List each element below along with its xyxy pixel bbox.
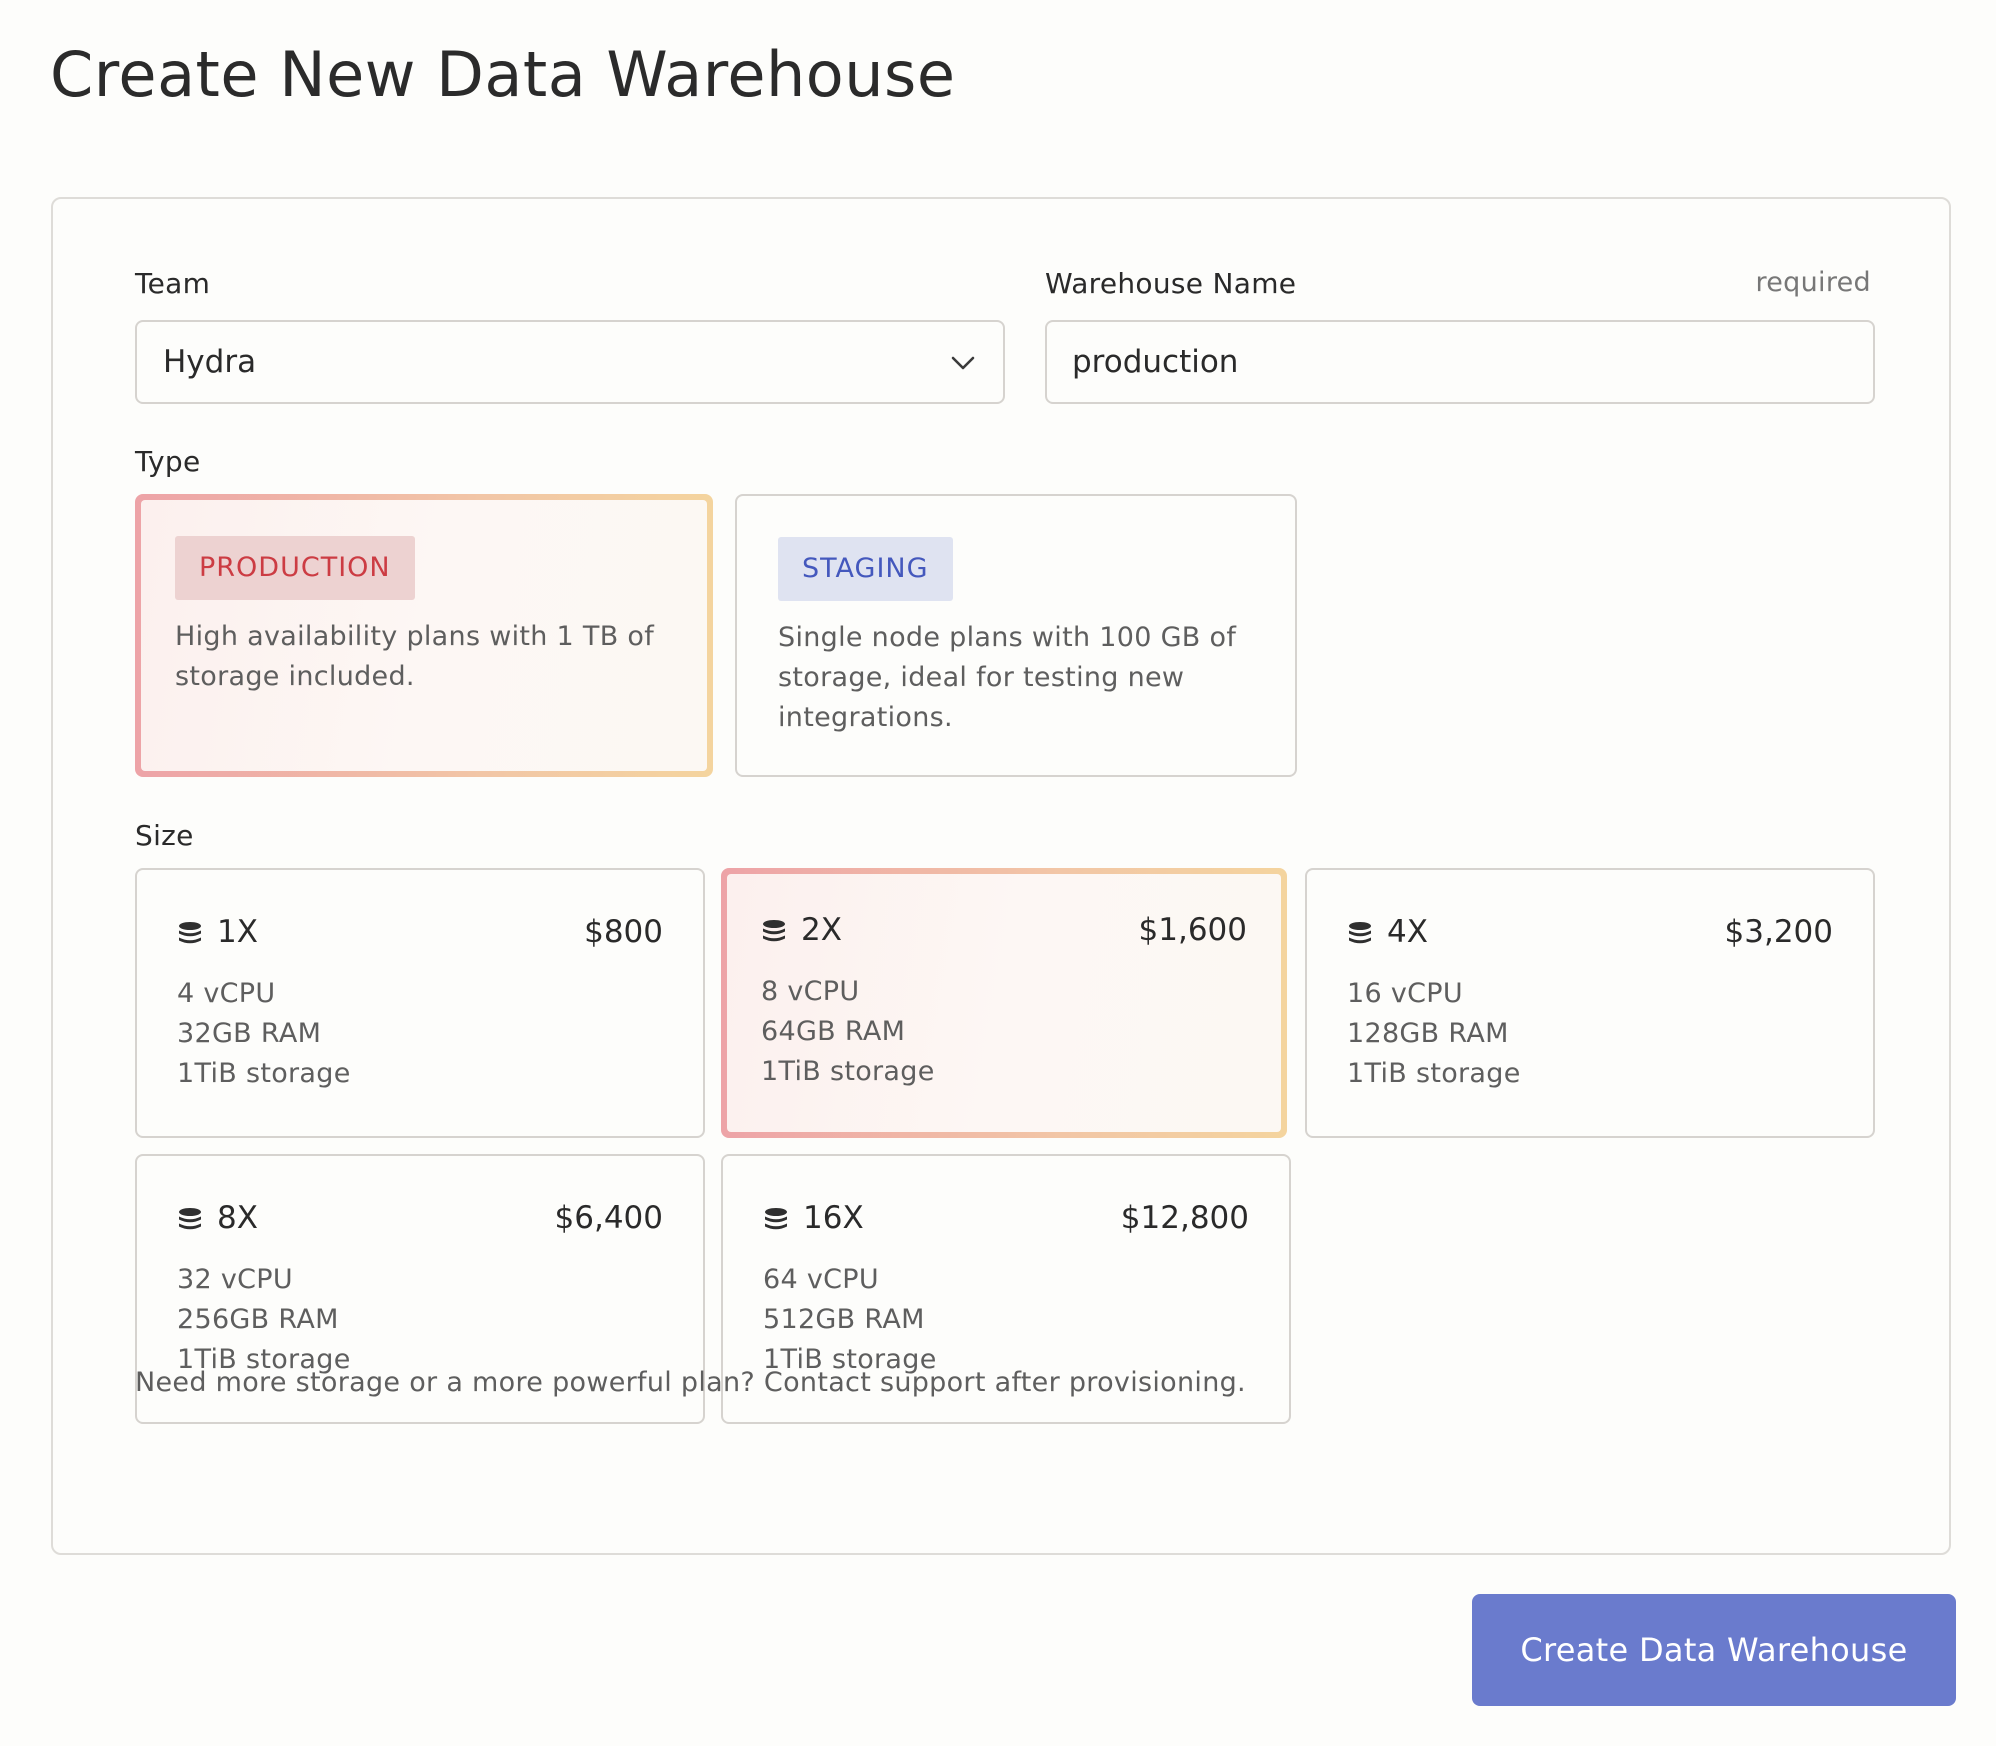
team-select[interactable]: Hydra — [135, 320, 1005, 404]
size-price: $800 — [584, 914, 663, 950]
size-name: 1X — [217, 914, 258, 950]
type-label: Type — [135, 445, 201, 478]
page-title: Create New Data Warehouse — [50, 38, 956, 111]
size-price: $3,200 — [1724, 914, 1833, 950]
size-cpu: 64 vCPU — [763, 1264, 879, 1295]
staging-description: Single node plans with 100 GB of storage… — [778, 622, 1237, 733]
size-name: 16X — [803, 1200, 864, 1236]
size-option-1x[interactable]: 1X $800 4 vCPU 32GB RAM 1TiB storage — [135, 868, 705, 1138]
size-name: 2X — [801, 912, 842, 948]
database-icon — [765, 1208, 787, 1230]
type-option-production[interactable]: PRODUCTION High availability plans with … — [135, 494, 713, 777]
size-footer-note: Need more storage or a more powerful pla… — [135, 1367, 1246, 1398]
production-badge: PRODUCTION — [175, 536, 415, 600]
size-cpu: 4 vCPU — [177, 978, 276, 1009]
required-hint: required — [1755, 267, 1871, 298]
database-icon — [179, 922, 201, 944]
size-storage: 1TiB storage — [177, 1058, 351, 1089]
size-name: 8X — [217, 1200, 258, 1236]
size-ram: 64GB RAM — [761, 1016, 906, 1047]
size-storage: 1TiB storage — [1347, 1058, 1521, 1089]
warehouse-name-input[interactable] — [1045, 320, 1875, 404]
size-cpu: 8 vCPU — [761, 976, 860, 1007]
team-label: Team — [135, 267, 211, 300]
production-description: High availability plans with 1 TB of sto… — [175, 621, 655, 692]
size-option-4x[interactable]: 4X $3,200 16 vCPU 128GB RAM 1TiB storage — [1305, 868, 1875, 1138]
warehouse-form-card: Team Hydra Warehouse Name required Type … — [51, 197, 1951, 1555]
size-price: $1,600 — [1138, 912, 1247, 948]
database-icon — [763, 920, 785, 942]
size-price: $12,800 — [1120, 1200, 1249, 1236]
warehouse-name-label: Warehouse Name — [1045, 267, 1297, 300]
create-data-warehouse-button[interactable]: Create Data Warehouse — [1472, 1594, 1956, 1706]
team-select-value: Hydra — [163, 344, 257, 380]
size-label: Size — [135, 819, 194, 852]
size-cpu: 16 vCPU — [1347, 978, 1463, 1009]
chevron-down-icon — [951, 356, 975, 370]
size-cpu: 32 vCPU — [177, 1264, 293, 1295]
size-name: 4X — [1387, 914, 1428, 950]
size-storage: 1TiB storage — [761, 1056, 935, 1087]
size-option-2x[interactable]: 2X $1,600 8 vCPU 64GB RAM 1TiB storage — [721, 868, 1287, 1138]
type-option-staging[interactable]: STAGING Single node plans with 100 GB of… — [735, 494, 1297, 777]
size-ram: 256GB RAM — [177, 1304, 339, 1335]
size-ram: 32GB RAM — [177, 1018, 322, 1049]
database-icon — [1349, 922, 1371, 944]
size-ram: 128GB RAM — [1347, 1018, 1509, 1049]
database-icon — [179, 1208, 201, 1230]
staging-badge: STAGING — [778, 537, 953, 601]
size-price: $6,400 — [554, 1200, 663, 1236]
size-ram: 512GB RAM — [763, 1304, 925, 1335]
